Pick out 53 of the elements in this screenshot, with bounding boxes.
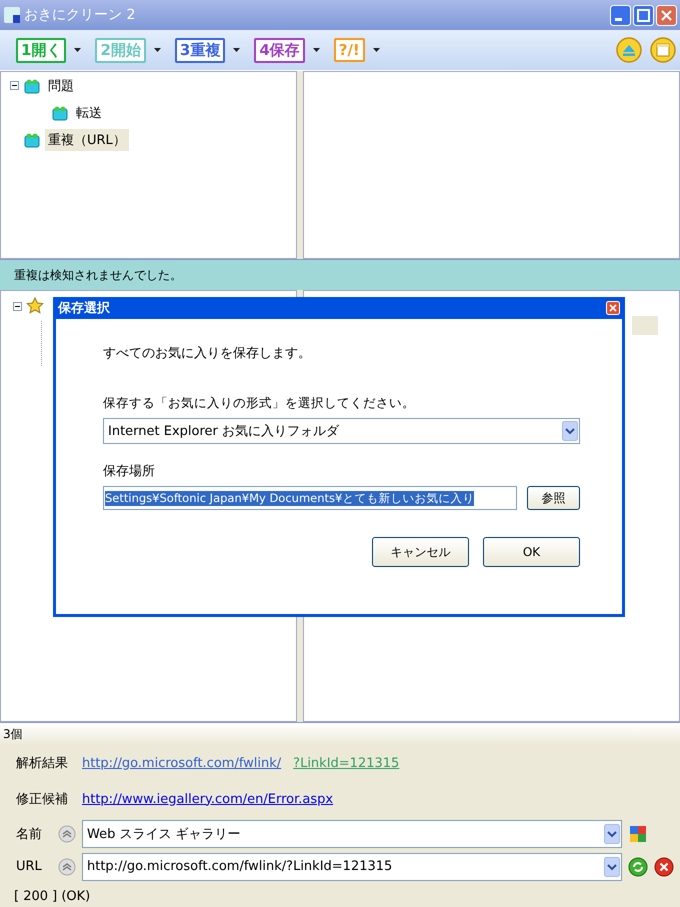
minimize-button[interactable] (610, 4, 631, 26)
field-label: URL (16, 859, 43, 874)
status-message: 重複は検知されませんでした。 (14, 266, 182, 284)
field-label: 解析結果 (16, 755, 69, 772)
item-count: 3個 (3, 726, 23, 742)
toolbar-button[interactable]: 3重複 (174, 38, 226, 62)
location-value: Settings¥Softonic Japan¥My Documents¥とても新しいお気に入り (105, 490, 474, 506)
format-select[interactable]: Internet Explorer お気に入りフォルダ (103, 418, 580, 444)
url-field[interactable]: http://go.microsoft.com/fwlink/?LinkId=121315 (82, 852, 622, 880)
browse-button[interactable]: 参照 (526, 486, 580, 510)
suggestion-link[interactable]: http://www.iegallery.com/en/Error.aspx (82, 792, 334, 806)
field-label: 修正候補 (16, 791, 69, 808)
dialog-message: すべてのお気に入りを保存します。 (103, 345, 312, 362)
app-icon (4, 7, 20, 23)
tree-item[interactable]: 転送 (73, 102, 105, 124)
expander-icon[interactable] (13, 302, 22, 310)
field-label: 名前 (16, 826, 43, 842)
location-label: 保存場所 (103, 463, 156, 480)
dialog-title: 保存選択 (58, 300, 110, 317)
maximize-button[interactable] (633, 4, 654, 26)
dropdown-button-icon[interactable] (604, 824, 620, 844)
refresh-icon[interactable] (628, 856, 648, 876)
selected-row (632, 316, 658, 335)
folder-icon (23, 132, 41, 148)
cancel-button[interactable]: キャンセル (372, 537, 469, 567)
dropdown-arrow-icon[interactable] (154, 48, 161, 52)
close-button[interactable] (656, 4, 677, 26)
dropdown-arrow-icon[interactable] (233, 48, 240, 52)
response-status: [ 200 ] (OK) (14, 888, 90, 904)
folder-icon (51, 104, 69, 120)
toolbar-button[interactable]: 4保存 (254, 38, 305, 62)
expander-icon[interactable] (10, 81, 19, 90)
tree-item[interactable]: 問題 (45, 74, 77, 96)
name-field[interactable]: Web スライス ギャラリー (82, 820, 622, 848)
star-icon (26, 297, 44, 315)
format-label: 保存する「お気に入りの形式」を選択してください。 (103, 395, 416, 412)
location-field[interactable]: Settings¥Softonic Japan¥My Documents¥とても新しいお気に入り (103, 486, 517, 510)
window-icon[interactable] (650, 37, 676, 63)
grid-logo-icon[interactable] (628, 824, 648, 844)
dropdown-button-icon[interactable] (604, 856, 620, 876)
tree-item[interactable]: 重複（URL） (45, 128, 129, 150)
collapse-icon[interactable] (58, 858, 76, 876)
close-button[interactable] (606, 301, 620, 315)
folder-icon (23, 78, 41, 94)
dropdown-button-icon[interactable] (562, 421, 578, 441)
dropdown-arrow-icon[interactable] (312, 48, 320, 52)
collapse-icon[interactable] (58, 824, 76, 842)
window-title: おきにクリーン 2 (24, 6, 136, 24)
close-icon[interactable] (654, 856, 674, 876)
dropdown-arrow-icon[interactable] (74, 48, 82, 52)
dropdown-arrow-icon[interactable] (372, 48, 380, 52)
result-link[interactable]: http://go.microsoft.com/fwlink/ (82, 756, 282, 770)
ok-button[interactable]: OK (483, 537, 580, 567)
